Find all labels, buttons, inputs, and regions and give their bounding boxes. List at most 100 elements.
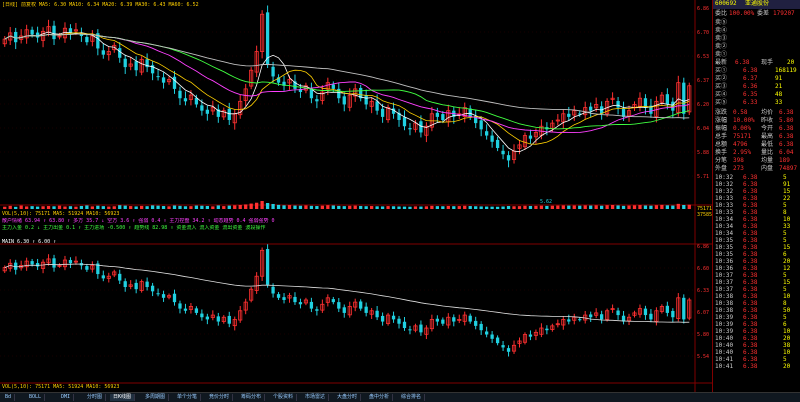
tab-2[interactable]: DMI — [58, 394, 75, 401]
tab-9[interactable]: 个股资料 — [270, 394, 298, 401]
volume-bar — [654, 205, 659, 209]
volume-bar — [572, 205, 576, 209]
candle-lower — [293, 296, 297, 303]
sell-row-2[interactable]: 卖② — [713, 43, 800, 51]
stat-label: 均价 — [761, 109, 774, 116]
candle — [265, 12, 270, 64]
tab-1[interactable]: BOLL — [26, 394, 46, 401]
candle-lower — [479, 323, 483, 331]
tick-time: 10:41 — [715, 363, 734, 370]
volume-bar — [167, 206, 171, 209]
volume-bar — [276, 204, 281, 209]
candle — [402, 117, 407, 127]
volume-bar — [682, 205, 686, 209]
volume-bar — [485, 206, 489, 209]
tab-12[interactable]: 盘中分析 — [366, 394, 394, 401]
weicha-label: 委差 — [757, 10, 770, 17]
sell-row-3[interactable]: 卖③ — [713, 35, 800, 43]
tab-3[interactable]: 分时图 — [84, 394, 107, 401]
volume-bar — [463, 205, 467, 209]
stat-row: 涨跌 0.58 均价 6.38 — [713, 109, 800, 117]
indicator-line-2: 主力入金 0.2 ↓ 主力出金 0.1 ↑ 主力进场 -0.500 ↑ 趋势线 … — [2, 225, 266, 231]
price-axis-tick: 6.86 — [697, 6, 710, 12]
volume-bar — [391, 206, 396, 209]
bottom-volume-legend: VOL(5,10): 75171 MA5: 51924 MA10: 56923 — [2, 384, 120, 390]
volume-bar — [74, 206, 78, 209]
tick-row: 10:41 6.38 20 — [713, 363, 800, 371]
volume-bar — [627, 205, 631, 209]
stat-label: 涨跌 — [715, 109, 728, 116]
stat-value: 6.38 — [779, 133, 794, 140]
volume-bar — [331, 205, 335, 209]
buy-label: 买⑤ — [715, 99, 728, 106]
latest-label: 最新 — [715, 59, 728, 66]
candle — [183, 98, 188, 102]
stat-label: 内盘 — [761, 165, 774, 172]
stat-label: 最低 — [761, 141, 774, 148]
volume-axis-tick: 37585 — [697, 212, 713, 218]
candle — [485, 131, 489, 136]
volume-bar — [589, 205, 593, 209]
candle-lower — [298, 302, 303, 305]
stock-header[interactable]: 600692 亚通股份 — [713, 0, 800, 9]
tab-7[interactable]: 竞价分时 — [206, 394, 234, 401]
volume-bar — [621, 205, 626, 209]
stat-value: 0.00% — [733, 125, 752, 132]
candle — [123, 58, 127, 68]
volume-bar — [495, 206, 500, 209]
tab-13[interactable]: 综合排名 — [398, 394, 426, 401]
candle — [205, 109, 209, 114]
volume-bar — [386, 206, 390, 209]
buy-row-3[interactable]: 买③ 6.36 21 — [713, 83, 800, 91]
volume-bar — [364, 206, 368, 209]
price-axis-tick: 6.53 — [697, 54, 710, 60]
candle-lower — [156, 293, 160, 295]
volume-bar — [430, 205, 434, 209]
tab-4[interactable]: 日K线图 — [110, 394, 136, 401]
volume-bar — [435, 206, 439, 209]
volume-bar — [616, 205, 620, 209]
candle-lower — [85, 266, 89, 270]
volume-bar — [189, 206, 193, 209]
volume-bar — [52, 206, 56, 209]
ma60-line — [4, 33, 690, 119]
tab-11[interactable]: 大盘分时 — [334, 394, 362, 401]
volume-bar — [665, 205, 669, 209]
sell-row-4[interactable]: 卖④ — [713, 27, 800, 35]
tab-8[interactable]: 筹码分布 — [238, 394, 266, 401]
volume-bar — [293, 205, 297, 209]
volume-bar — [474, 206, 478, 209]
stat-value: 2.95% — [733, 149, 752, 156]
volume-bar — [79, 205, 84, 209]
tab-10[interactable]: 市场雷达 — [302, 394, 330, 401]
buy-row-5[interactable]: 买⑤ 6.33 33 — [713, 99, 800, 107]
buy-vol: 33 — [775, 99, 783, 106]
buy-row-1[interactable]: 买① 6.38 168119 — [713, 67, 800, 75]
kline-chart[interactable] — [0, 0, 712, 392]
tab-6[interactable]: 单个分笔 — [174, 394, 202, 401]
volume-bar — [315, 206, 319, 209]
low-price-mark: 5.62 — [540, 199, 553, 205]
sell-row-5[interactable]: 卖⑤ — [713, 19, 800, 27]
candle-lower — [35, 263, 40, 267]
candle — [85, 36, 89, 43]
buy-row-2[interactable]: 买② 6.37 91 — [713, 75, 800, 83]
candle-lower — [68, 260, 73, 264]
candle — [331, 84, 335, 89]
volume-bar — [8, 205, 12, 209]
volume-bar — [600, 205, 604, 209]
candle-lower — [490, 334, 494, 339]
volume-bar — [200, 205, 204, 209]
buy-row-4[interactable]: 买④ 6.35 48 — [713, 91, 800, 99]
ma5-line — [4, 31, 690, 153]
sell-row-1[interactable]: 卖① — [713, 51, 800, 59]
volume-bar — [129, 206, 133, 209]
stat-value: 74897 — [779, 165, 798, 172]
tab-5[interactable]: 多周期图 — [142, 394, 170, 401]
volume-bar — [468, 206, 472, 209]
candle-lower — [359, 301, 363, 309]
volume-bar — [19, 205, 23, 209]
price-axis-tick: 6.37 — [697, 78, 710, 84]
tab-0[interactable]: Bd — [2, 394, 16, 401]
indicator-axis-tick: 5.80 — [697, 332, 710, 338]
